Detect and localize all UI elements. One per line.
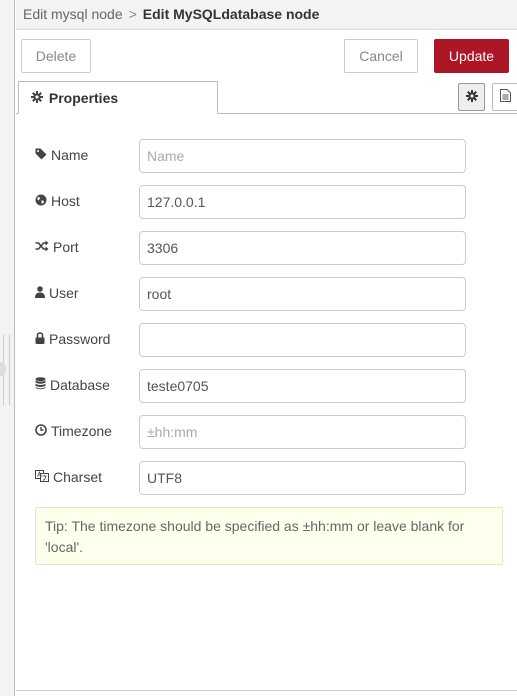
form-row-timezone: Timezone	[16, 415, 517, 461]
dialog-toolbar: Delete Cancel Update	[16, 30, 517, 79]
timezone-input[interactable]	[139, 415, 466, 449]
name-label: Name	[35, 147, 88, 163]
password-label: Password	[35, 331, 110, 347]
form-row-database: Database	[16, 369, 517, 415]
user-input[interactable]	[139, 277, 466, 311]
divider	[16, 690, 517, 691]
charset-input[interactable]	[139, 461, 466, 495]
tag-icon	[35, 147, 47, 163]
timezone-label-text: Timezone	[51, 423, 112, 439]
update-button[interactable]: Update	[434, 39, 509, 73]
user-icon	[35, 285, 45, 301]
lock-icon	[35, 331, 45, 347]
host-input[interactable]	[139, 185, 466, 219]
delete-button[interactable]: Delete	[21, 39, 91, 73]
form-row-name: Name	[16, 139, 517, 185]
database-label-text: Database	[50, 377, 110, 393]
edit-dialog: Edit mysql node > Edit MySQLdatabase node …	[16, 0, 517, 696]
globe-icon	[35, 193, 47, 209]
name-label-text: Name	[51, 147, 89, 163]
user-label: User	[35, 285, 79, 301]
database-label: Database	[35, 377, 110, 393]
port-label-text: Port	[53, 239, 79, 255]
breadcrumb-separator: >	[128, 6, 137, 22]
charset-label-text: Charset	[53, 469, 103, 485]
form-row-charset: Charset	[16, 461, 517, 507]
form-row-host: Host	[16, 185, 517, 231]
host-label: Host	[35, 193, 80, 209]
tab-properties-label: Properties	[48, 90, 119, 106]
breadcrumb: Edit mysql node > Edit MySQLdatabase node	[16, 0, 517, 30]
password-input[interactable]	[139, 323, 466, 357]
form-row-user: User	[16, 277, 517, 323]
timezone-label: Timezone	[35, 423, 112, 439]
user-label-text: User	[49, 285, 79, 301]
timezone-tip: Tip: The timezone should be specified as…	[35, 507, 503, 565]
password-label-text: Password	[49, 331, 111, 347]
database-input[interactable]	[139, 369, 466, 403]
port-label: Port	[35, 239, 79, 255]
workspace-edge	[0, 0, 15, 696]
tab-bar: Properties	[16, 81, 517, 114]
host-label-text: Host	[51, 193, 80, 209]
file-text-icon	[499, 89, 511, 105]
cog-icon	[465, 89, 478, 105]
tab-properties[interactable]: Properties	[18, 81, 218, 114]
language-icon	[35, 469, 49, 485]
breadcrumb-parent[interactable]: Edit mysql node	[23, 6, 123, 22]
form-row-port: Port	[16, 231, 517, 277]
charset-label: Charset	[35, 469, 102, 485]
tab-description[interactable]	[492, 83, 517, 111]
port-input[interactable]	[139, 231, 466, 265]
database-icon	[35, 377, 46, 393]
cancel-button[interactable]: Cancel	[344, 39, 418, 73]
random-icon	[35, 239, 49, 255]
clock-icon	[35, 423, 47, 439]
cog-icon	[31, 91, 45, 106]
tab-node-settings[interactable]	[458, 83, 485, 111]
properties-form: Name Host Port User	[16, 139, 517, 507]
breadcrumb-current: Edit MySQLdatabase node	[142, 6, 320, 22]
name-input[interactable]	[139, 139, 466, 173]
form-row-password: Password	[16, 323, 517, 369]
